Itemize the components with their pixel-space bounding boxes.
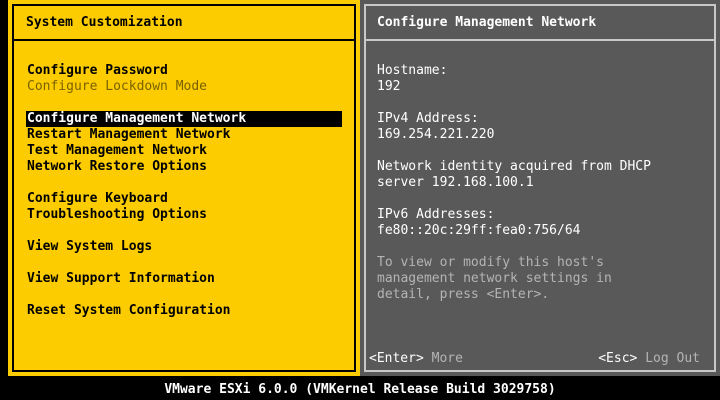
network-identity-line: Network identity acquired from DHCP (377, 159, 651, 174)
enter-key-label: <Enter> (369, 351, 424, 366)
left-panel-title: System Customization (26, 15, 183, 30)
dcui-screen: System Customization Configure Password … (0, 0, 720, 400)
hostname-label: Hostname: (377, 63, 448, 78)
menu-spacer (26, 255, 342, 271)
customization-menu: Configure Password Configure Lockdown Mo… (26, 63, 342, 319)
logout-action-label: Log Out (645, 351, 700, 366)
ipv6-label: IPv6 Addresses: (377, 207, 495, 222)
network-identity-block: Network identity acquired from DHCP serv… (377, 159, 707, 191)
configure-management-network-panel: Configure Management Network Hostname: 1… (360, 0, 720, 376)
version-build-text: VMware ESXi 6.0.0 (VMKernel Release Buil… (164, 382, 556, 397)
help-text-line: To view or modify this host's (377, 255, 604, 270)
menu-item-troubleshooting-options[interactable]: Troubleshooting Options (26, 207, 342, 223)
menu-item-reset-system-configuration[interactable]: Reset System Configuration (26, 303, 342, 319)
ipv4-value: 169.254.221.220 (377, 127, 495, 142)
menu-item-configure-keyboard[interactable]: Configure Keyboard (26, 191, 342, 207)
menu-item-configure-lockdown-mode[interactable]: Configure Lockdown Mode (26, 79, 342, 95)
menu-item-network-restore-options[interactable]: Network Restore Options (26, 159, 342, 175)
menu-spacer (26, 175, 342, 191)
ipv4-block: IPv4 Address: 169.254.221.220 (377, 111, 707, 143)
menu-item-configure-management-network[interactable]: Configure Management Network (26, 111, 342, 127)
more-action-label: More (431, 351, 463, 366)
left-panel-divider (12, 39, 356, 41)
status-bar: VMware ESXi 6.0.0 (VMKernel Release Buil… (0, 376, 720, 400)
menu-spacer (26, 287, 342, 303)
menu-item-restart-management-network[interactable]: Restart Management Network (26, 127, 342, 143)
menu-item-view-support-information[interactable]: View Support Information (26, 271, 342, 287)
enter-more-action[interactable]: <Enter> More (369, 351, 463, 367)
help-text-line: detail, press <Enter>. (377, 287, 550, 302)
right-panel-title: Configure Management Network (377, 15, 597, 30)
system-customization-panel: System Customization Configure Password … (8, 0, 360, 376)
menu-item-configure-password[interactable]: Configure Password (26, 63, 342, 79)
menu-item-view-system-logs[interactable]: View System Logs (26, 239, 342, 255)
menu-item-test-management-network[interactable]: Test Management Network (26, 143, 342, 159)
ipv6-value: fe80::20c:29ff:fea0:756/64 (377, 223, 581, 238)
ipv4-label: IPv4 Address: (377, 111, 479, 126)
esc-key-label: <Esc> (598, 351, 638, 366)
network-identity-line: server 192.168.100.1 (377, 175, 534, 190)
hostname-block: Hostname: 192 (377, 63, 707, 95)
help-text-line: management network settings in (377, 271, 612, 286)
menu-spacer (26, 95, 342, 111)
hostname-value: 192 (377, 79, 401, 94)
esc-logout-action[interactable]: <Esc> Log Out (598, 351, 700, 367)
right-panel-divider (364, 39, 716, 41)
help-text-block: To view or modify this host's management… (377, 255, 707, 303)
menu-spacer (26, 223, 342, 239)
network-info: Hostname: 192 IPv4 Address: 169.254.221.… (377, 63, 707, 319)
ipv6-block: IPv6 Addresses: fe80::20c:29ff:fea0:756/… (377, 207, 707, 239)
